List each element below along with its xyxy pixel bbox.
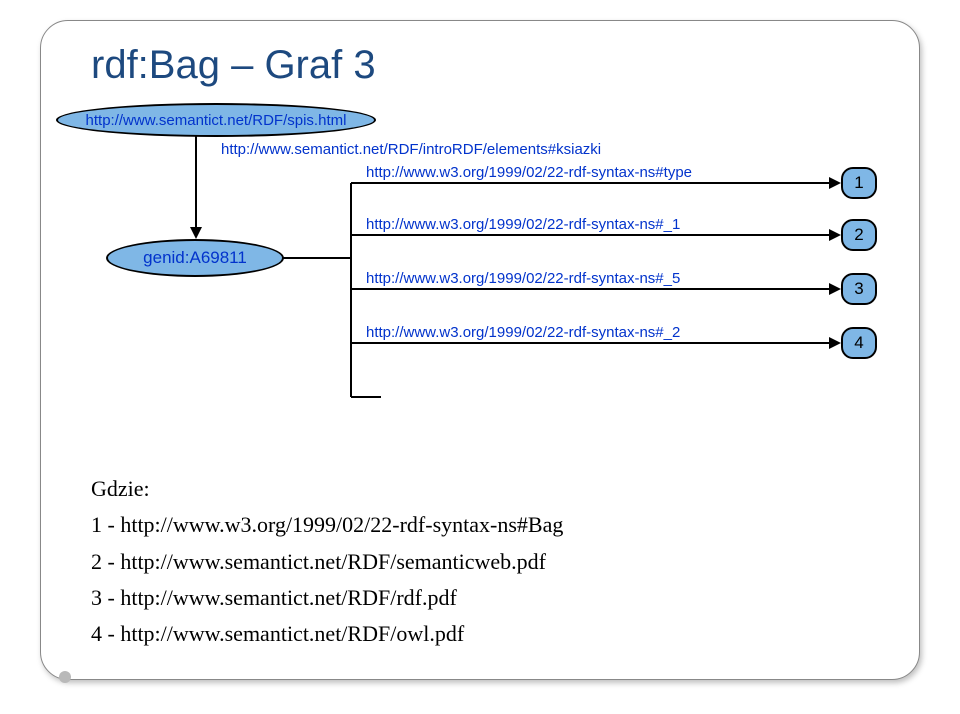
legend-line-2: 2 - http://www.semantict.net/RDF/semanti… bbox=[91, 544, 563, 580]
legend-heading: Gdzie: bbox=[91, 471, 563, 507]
edge-1-label: http://www.w3.org/1999/02/22-rdf-syntax-… bbox=[365, 216, 681, 233]
box-1-text: 1 bbox=[854, 173, 863, 193]
slide-card: rdf:Bag – Graf 3 http://www.semantict.ne… bbox=[40, 20, 920, 680]
box-3: 3 bbox=[841, 273, 877, 305]
node-spis: http://www.semantict.net/RDF/spis.html bbox=[56, 103, 376, 137]
page-title: rdf:Bag – Graf 3 bbox=[91, 43, 376, 88]
edge-ksiazki-label: http://www.semantict.net/RDF/introRDF/el… bbox=[221, 141, 601, 158]
slide-bullet-icon bbox=[59, 671, 71, 683]
legend-line-4: 4 - http://www.semantict.net/RDF/owl.pdf bbox=[91, 616, 563, 652]
edge-5-label: http://www.w3.org/1999/02/22-rdf-syntax-… bbox=[365, 270, 681, 287]
node-spis-label: http://www.semantict.net/RDF/spis.html bbox=[86, 112, 347, 129]
box-3-text: 3 bbox=[854, 279, 863, 299]
edge-2-label: http://www.w3.org/1999/02/22-rdf-syntax-… bbox=[365, 324, 681, 341]
box-2: 2 bbox=[841, 219, 877, 251]
box-1: 1 bbox=[841, 167, 877, 199]
legend-block: Gdzie: 1 - http://www.w3.org/1999/02/22-… bbox=[91, 471, 563, 652]
box-4-text: 4 bbox=[854, 333, 863, 353]
node-genid: genid:A69811 bbox=[106, 239, 284, 277]
box-2-text: 2 bbox=[854, 225, 863, 245]
node-genid-label: genid:A69811 bbox=[143, 248, 247, 268]
legend-line-3: 3 - http://www.semantict.net/RDF/rdf.pdf bbox=[91, 580, 563, 616]
edge-type-label: http://www.w3.org/1999/02/22-rdf-syntax-… bbox=[365, 164, 693, 181]
legend-line-1: 1 - http://www.w3.org/1999/02/22-rdf-syn… bbox=[91, 507, 563, 543]
box-4: 4 bbox=[841, 327, 877, 359]
